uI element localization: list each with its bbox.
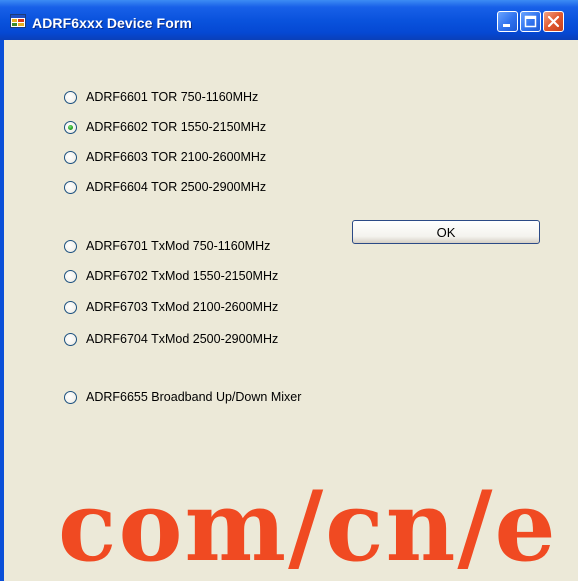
radio-option-adrf6704[interactable]: ADRF6704 TxMod 2500-2900MHz	[64, 330, 278, 348]
radio-label: ADRF6602 TOR 1550-2150MHz	[86, 120, 267, 134]
radio-button[interactable]	[64, 90, 77, 104]
radio-option-adrf6603[interactable]: ADRF6603 TOR 2100-2600MHz	[64, 148, 266, 166]
radio-button[interactable]	[64, 390, 77, 404]
ok-button[interactable]: OK	[352, 220, 540, 244]
radio-option-adrf6604[interactable]: ADRF6604 TOR 2500-2900MHz	[64, 178, 266, 196]
watermark-text: com/cn/e	[58, 470, 558, 581]
radio-option-adrf6655[interactable]: ADRF6655 Broadband Up/Down Mixer	[64, 388, 301, 406]
radio-button[interactable]	[64, 269, 77, 283]
app-window: ADRF6xxx Device Form ADRF6601 TOR 750-11…	[0, 0, 578, 581]
radio-button-selected[interactable]	[64, 120, 77, 134]
maximize-button[interactable]	[520, 11, 541, 32]
radio-button[interactable]	[64, 180, 77, 194]
radio-label: ADRF6655 Broadband Up/Down Mixer	[86, 390, 302, 404]
radio-label: ADRF6604 TOR 2500-2900MHz	[86, 180, 267, 194]
minimize-button[interactable]	[497, 11, 518, 32]
radio-label: ADRF6702 TxMod 1550-2150MHz	[86, 269, 279, 283]
radio-button[interactable]	[64, 300, 77, 314]
maximize-icon	[524, 15, 537, 28]
radio-dot-icon	[68, 124, 73, 130]
radio-button[interactable]	[64, 332, 77, 346]
radio-label: ADRF6601 TOR 750-1160MHz	[86, 90, 259, 104]
minimize-icon	[503, 24, 510, 27]
radio-label: ADRF6703 TxMod 2100-2600MHz	[86, 300, 279, 314]
close-button[interactable]	[543, 11, 564, 32]
radio-label: ADRF6603 TOR 2100-2600MHz	[86, 150, 267, 164]
app-icon	[10, 14, 26, 28]
radio-label: ADRF6704 TxMod 2500-2900MHz	[86, 332, 279, 346]
radio-option-adrf6702[interactable]: ADRF6702 TxMod 1550-2150MHz	[64, 267, 278, 285]
radio-option-adrf6701[interactable]: ADRF6701 TxMod 750-1160MHz	[64, 237, 270, 255]
radio-button[interactable]	[64, 239, 77, 253]
radio-button[interactable]	[64, 150, 77, 164]
radio-label: ADRF6701 TxMod 750-1160MHz	[86, 239, 271, 253]
radio-option-adrf6601[interactable]: ADRF6601 TOR 750-1160MHz	[64, 88, 258, 106]
title-bar[interactable]: ADRF6xxx Device Form	[0, 0, 578, 40]
close-icon	[547, 15, 560, 28]
radio-option-adrf6602[interactable]: ADRF6602 TOR 1550-2150MHz	[64, 118, 266, 136]
window-title: ADRF6xxx Device Form	[32, 15, 192, 31]
radio-option-adrf6703[interactable]: ADRF6703 TxMod 2100-2600MHz	[64, 298, 278, 316]
